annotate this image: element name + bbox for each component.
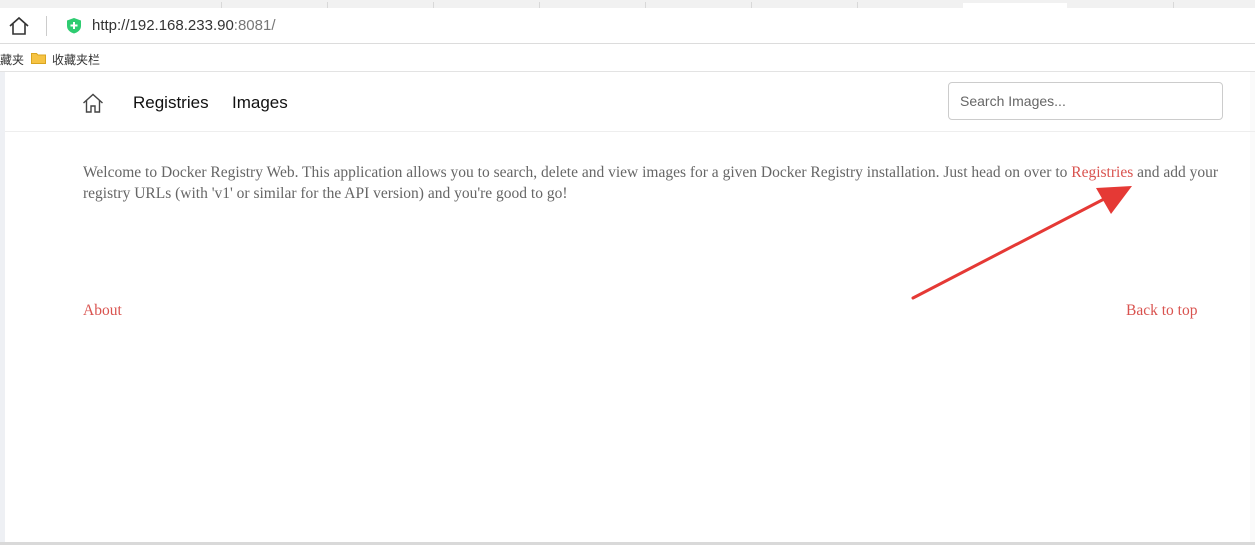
welcome-text-start: Welcome to Docker Registry Web. This app… (83, 164, 1072, 181)
search-input[interactable] (948, 82, 1223, 120)
nav-link-images[interactable]: Images (232, 92, 288, 114)
nav-link-registries[interactable]: Registries (133, 92, 209, 114)
folder-icon (31, 53, 46, 64)
url-port: :8081/ (233, 17, 276, 34)
shield-icon[interactable] (66, 17, 82, 34)
bookmarks-bar: 藏夹 收藏夹栏 (0, 44, 1255, 72)
about-link[interactable]: About (83, 302, 122, 320)
welcome-registries-link[interactable]: Registries (1071, 164, 1133, 181)
top-navbar: Registries Images (5, 72, 1255, 132)
home-icon[interactable] (82, 92, 104, 114)
bookmarks-folder[interactable]: 收藏夹栏 (52, 51, 100, 68)
scrollbar[interactable] (1250, 72, 1255, 542)
welcome-text: Welcome to Docker Registry Web. This app… (83, 162, 1228, 204)
toolbar-divider (46, 16, 47, 36)
bookmark-item-partial[interactable]: 藏夹 (0, 51, 24, 68)
url-host: http://192.168.233.90 (92, 17, 234, 34)
browser-tab-strip (0, 0, 1255, 8)
browser-home-icon[interactable] (8, 16, 30, 36)
address-bar: http://192.168.233.90:8081/ (0, 8, 1255, 44)
window-left-edge (0, 72, 5, 545)
back-to-top-link[interactable]: Back to top (1126, 302, 1197, 320)
url-field[interactable]: http://192.168.233.90:8081/ (92, 17, 276, 35)
